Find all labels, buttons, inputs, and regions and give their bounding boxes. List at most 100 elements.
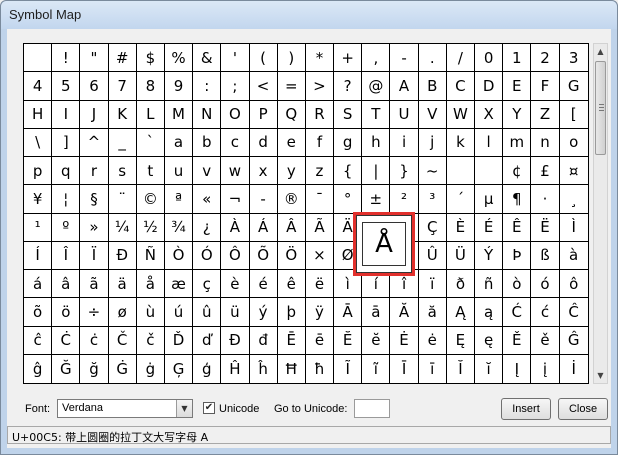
symbol-cell[interactable]: I [52,100,81,129]
symbol-cell[interactable]: Į [503,354,532,383]
symbol-cell[interactable]: À [221,213,250,242]
chevron-down-icon[interactable]: ▼ [176,400,192,417]
symbol-cell[interactable]: ! [52,44,81,73]
symbol-cell[interactable]: İ [560,355,588,383]
symbol-cell[interactable]: x [249,157,278,186]
symbol-cell[interactable]: ÷ [80,298,109,327]
symbol-cell[interactable]: - [390,44,419,73]
symbol-cell[interactable] [475,157,504,186]
symbol-cell[interactable]: B [418,72,447,101]
symbol-cell[interactable]: , [362,44,391,73]
symbol-cell[interactable]: Ĭ [447,354,475,383]
symbol-cell[interactable]: ċ [80,326,109,355]
symbol-cell[interactable]: Đ [221,326,250,355]
symbol-cell[interactable]: . [418,44,447,73]
symbol-cell[interactable]: 3 [559,44,588,73]
symbol-cell[interactable]: Ü [446,241,475,270]
symbol-cell[interactable]: ( [249,44,278,73]
symbol-cell[interactable]: E [503,72,532,101]
symbol-cell[interactable]: X [475,100,504,129]
symbol-cell[interactable]: º [52,213,81,242]
symbol-cell[interactable]: » [80,213,109,242]
symbol-cell[interactable]: × [305,241,335,270]
symbol-cell[interactable]: 8 [136,72,165,101]
symbol-cell[interactable]: j [418,128,447,157]
symbol-cell[interactable]: w [221,157,250,186]
symbol-cell[interactable]: u [164,157,194,186]
symbol-cell[interactable]: Ï [80,241,109,270]
symbol-cell[interactable]: ³ [418,185,447,214]
symbol-cell[interactable] [446,157,475,186]
symbol-cell[interactable]: t [136,157,165,186]
symbol-cell[interactable]: Ģ [165,354,194,383]
symbol-cell[interactable]: _ [108,128,137,157]
symbol-cell[interactable]: Ć [503,298,532,327]
symbol-cell[interactable]: @ [362,72,391,101]
symbol-cell[interactable]: = [277,72,306,101]
symbol-cell[interactable]: - [249,185,278,214]
symbol-cell[interactable]: ħ [306,354,335,383]
scrollbar-thumb[interactable] [595,61,606,155]
symbol-cell[interactable]: L [136,100,165,129]
symbol-cell[interactable]: þ [277,298,306,327]
symbol-cell[interactable]: * [305,44,335,73]
symbol-cell[interactable]: Ĝ [559,327,588,355]
symbol-cell[interactable]: J [80,100,109,129]
symbol-cell[interactable]: Ę [446,326,475,355]
symbol-cell[interactable]: f [305,128,335,157]
symbol-cell[interactable]: ö [52,298,81,327]
symbol-cell[interactable]: ½ [136,213,165,242]
symbol-cell[interactable]: $ [136,44,165,73]
symbol-cell[interactable]: ĕ [362,326,391,355]
symbol-cell[interactable]: č [136,326,165,355]
symbol-cell[interactable]: ª [164,185,194,214]
symbol-cell[interactable]: W [446,100,475,129]
symbol-cell[interactable]: ÿ [305,298,335,327]
symbol-cell[interactable]: v [193,157,222,186]
symbol-cell[interactable]: ġ [137,354,165,383]
symbol-cell[interactable]: Ý [475,241,504,270]
symbol-cell[interactable]: 0 [475,44,504,73]
symbol-cell[interactable]: ¸ [559,185,588,214]
symbol-cell[interactable]: Ē [277,326,306,355]
symbol-cell[interactable]: H [24,100,53,129]
symbol-cell[interactable]: ¬ [221,185,250,214]
symbol-cell[interactable]: Ė [390,326,419,355]
symbol-cell[interactable]: { [334,157,363,186]
symbol-cell[interactable]: ě [531,326,560,355]
symbol-cell[interactable]: z [305,157,335,186]
symbol-cell[interactable]: ĭ [475,354,504,383]
goto-unicode-input[interactable] [354,399,390,418]
symbol-cell[interactable]: Î [52,241,81,270]
symbol-cell[interactable]: ä [108,270,137,299]
symbol-cell[interactable]: Ě [503,326,532,355]
symbol-cell[interactable]: Í [24,241,53,270]
symbol-cell[interactable]: ď [193,326,222,355]
symbol-cell[interactable]: ï [418,270,447,299]
symbol-cell[interactable]: â [52,270,81,299]
symbol-cell[interactable]: Č [108,326,137,355]
symbol-cell[interactable]: o [559,129,588,157]
symbol-cell[interactable]: ē [305,326,335,355]
symbol-cell[interactable]: ' [221,44,250,73]
symbol-cell[interactable]: ç [193,270,222,299]
symbol-cell[interactable]: m [503,128,532,157]
symbol-cell[interactable]: N [193,100,222,129]
symbol-cell[interactable]: ~ [418,157,447,186]
symbol-cell[interactable]: ã [80,270,109,299]
symbol-cell[interactable]: Ó [193,241,222,270]
symbol-cell[interactable]: d [249,128,278,157]
symbol-cell[interactable]: } [390,157,419,186]
symbol-cell[interactable]: Ê [503,213,532,242]
symbol-cell[interactable]: đ [249,326,278,355]
symbol-cell[interactable]: D [475,72,504,101]
symbol-cell[interactable]: Ā [334,298,363,327]
symbol-cell[interactable]: ā [362,298,391,327]
symbol-cell[interactable]: ¥ [24,185,53,214]
symbol-cell[interactable]: k [446,128,475,157]
symbol-cell[interactable]: ¿ [193,213,222,242]
symbol-cell[interactable]: > [305,72,335,101]
symbol-cell[interactable]: Ċ [52,326,81,355]
symbol-cell[interactable]: Õ [249,241,278,270]
symbol-cell[interactable]: 6 [80,72,109,101]
